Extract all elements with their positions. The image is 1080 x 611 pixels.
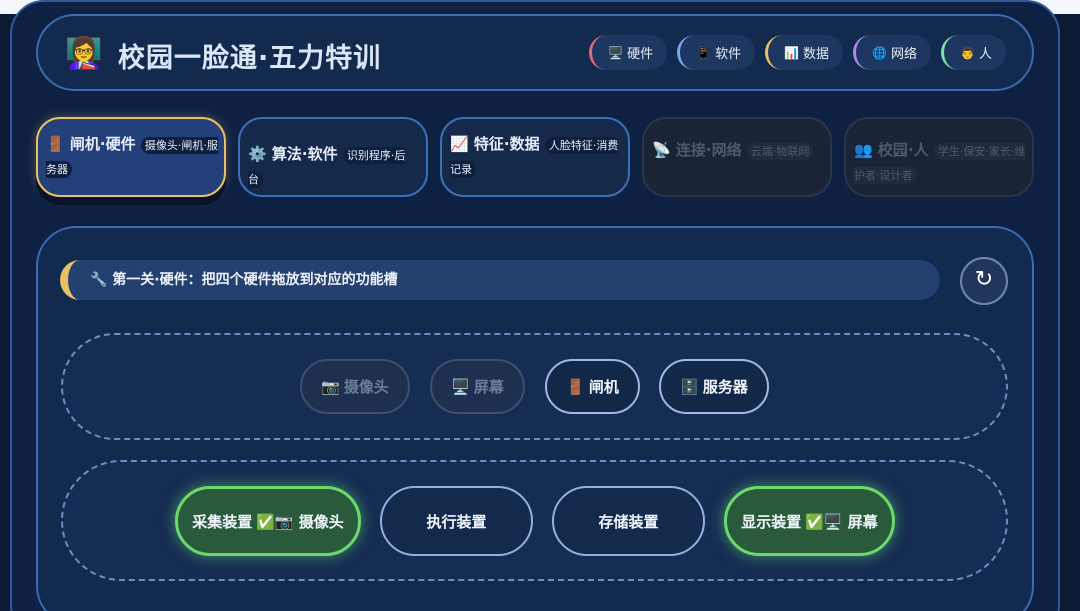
slot-content: ✅📷 摄像头	[256, 512, 344, 531]
tab-gate-hardware[interactable]: 🚪 闸机·硬件 摄像头·闸机·服务器	[36, 117, 226, 197]
tab-label: 连接·网络	[675, 141, 742, 159]
piece-label: 服务器	[702, 378, 748, 396]
wrench-icon: 🔧	[90, 272, 108, 288]
piece-label: 闸机	[588, 378, 619, 396]
tab-label: 闸机·硬件	[69, 135, 136, 153]
dimension-chips: 🖥️ 硬件 📱 软件 📊 数据 🌐 网络 👨 人	[589, 35, 1006, 70]
tab-campus-people: 👥 校园·人 学生·保安·家长·维护者·设计者	[844, 117, 1034, 197]
bar-chart-icon: 📊	[784, 45, 800, 60]
piece-screen[interactable]: 🖥️ 屏幕	[430, 359, 525, 414]
slot-display[interactable]: 显示装置 ✅🖥️ 屏幕	[724, 486, 895, 556]
door-icon: 🚪	[46, 135, 65, 153]
slot-capture[interactable]: 采集装置 ✅📷 摄像头	[175, 486, 361, 556]
chip-label: 网络	[891, 47, 918, 62]
chip-network[interactable]: 🌐 网络	[853, 35, 932, 70]
tab-label: 算法·软件	[271, 145, 338, 163]
gear-icon: ⚙️	[248, 145, 267, 163]
slot-storage[interactable]: 存储装置	[552, 486, 705, 556]
monitor-icon: 🖥️	[451, 377, 470, 396]
teacher-icon: 👩‍🏫	[65, 36, 103, 71]
door-icon: 🚪	[566, 377, 585, 396]
trend-chart-icon: 📈	[450, 135, 469, 153]
people-icon: 👥	[854, 141, 873, 159]
app-header: 👩‍🏫 校园一脸通·五力特训 🖥️ 硬件 📱 软件 📊 数据 🌐 网络 👨 人	[36, 14, 1034, 91]
slot-label: 显示装置	[741, 512, 802, 531]
piece-server[interactable]: 🗄️ 服务器	[659, 359, 769, 414]
tab-label: 校园·人	[877, 141, 929, 159]
mission-text: 第一关·硬件：把四个硬件拖放到对应的功能槽	[112, 272, 398, 288]
globe-icon: 🌐	[872, 45, 888, 60]
satellite-icon: 📡	[652, 141, 671, 159]
chip-label: 人	[978, 47, 992, 62]
mission-banner: 🔧 第一关·硬件：把四个硬件拖放到对应的功能槽	[60, 260, 940, 300]
person-icon: 👨	[960, 45, 975, 60]
monitor-icon: 🖥️	[608, 45, 624, 60]
tab-label: 特征·数据	[473, 135, 540, 153]
tab-algorithm-software[interactable]: ⚙️ 算法·软件 识别程序·后台	[238, 117, 428, 197]
tab-connection-network: 📡 连接·网络 云端·物联网	[642, 117, 832, 197]
file-cabinet-icon: 🗄️	[680, 377, 699, 396]
slot-label: 采集装置	[192, 512, 253, 531]
chip-label: 软件	[715, 47, 742, 62]
app-title: 校园一脸通·五力特训	[118, 43, 382, 74]
chip-label: 数据	[803, 47, 830, 62]
chip-people[interactable]: 👨 人	[941, 35, 1006, 70]
chip-hardware[interactable]: 🖥️ 硬件	[589, 35, 668, 70]
piece-label: 摄像头	[343, 378, 389, 396]
piece-pool	[61, 333, 1008, 440]
slot-execute[interactable]: 执行装置	[380, 486, 533, 556]
reset-button[interactable]: ↻	[960, 257, 1008, 305]
chip-label: 硬件	[627, 47, 654, 62]
chip-data[interactable]: 📊 数据	[765, 35, 844, 70]
piece-gate[interactable]: 🚪 闸机	[545, 359, 640, 414]
piece-label: 屏幕	[473, 378, 504, 396]
slot-label: 执行装置	[426, 512, 487, 531]
slot-content: ✅🖥️ 屏幕	[805, 512, 878, 531]
tab-feature-data[interactable]: 📈 特征·数据 人脸特征·消费记录	[440, 117, 630, 197]
slot-label: 存储装置	[598, 512, 659, 531]
phone-icon: 📱	[696, 45, 712, 60]
piece-camera[interactable]: 📷 摄像头	[300, 359, 410, 414]
camera-icon: 📷	[321, 377, 340, 396]
tab-subtitle: 云端·物联网	[746, 143, 814, 160]
chip-software[interactable]: 📱 软件	[677, 35, 756, 70]
